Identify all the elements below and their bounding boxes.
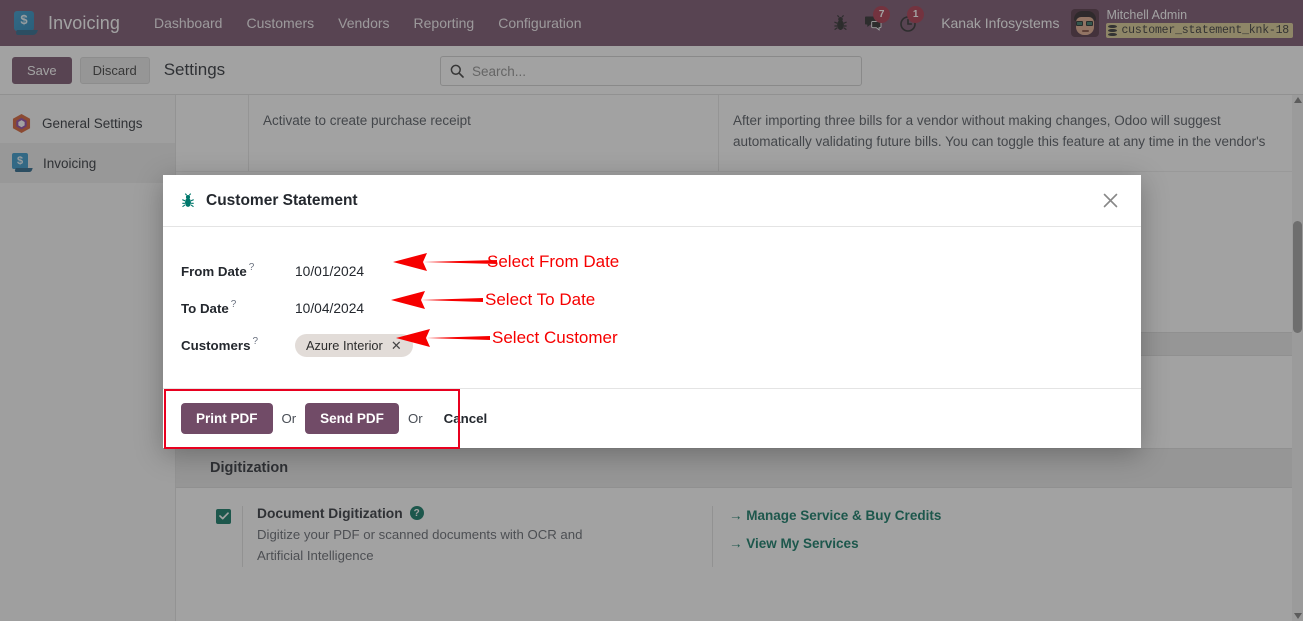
to-date-help-icon[interactable]: ? <box>231 299 237 310</box>
annotation-label-from-date: Select From Date <box>487 252 620 271</box>
customer-tag[interactable]: Azure Interior ✕ <box>295 334 413 357</box>
close-icon[interactable]: ✕ <box>391 339 402 352</box>
dialog-body: From Date ? 10/01/2024 To Date ? 10/04/2… <box>163 227 1141 388</box>
close-icon[interactable] <box>1095 186 1125 216</box>
from-date-help-icon[interactable]: ? <box>249 262 255 273</box>
customer-statement-dialog: Customer Statement From Date ? 10/01/202… <box>163 175 1141 448</box>
annotation-label-to-date: Select To Date <box>485 290 596 309</box>
customers-help-icon[interactable]: ? <box>252 336 258 347</box>
customer-tag-label: Azure Interior <box>306 338 383 353</box>
print-pdf-button[interactable]: Print PDF <box>181 403 273 434</box>
app-root: Invoicing Dashboard Customers Vendors Re… <box>0 0 1303 621</box>
or-text-2: Or <box>407 411 423 426</box>
from-date-label-wrap: From Date ? <box>181 262 281 279</box>
from-date-input[interactable]: 10/01/2024 <box>281 264 391 279</box>
dialog-title: Customer Statement <box>206 191 358 209</box>
from-date-label: From Date <box>181 264 247 279</box>
to-date-row: To Date ? 10/04/2024 <box>181 290 1123 327</box>
to-date-label: To Date <box>181 301 229 316</box>
cancel-button[interactable]: Cancel <box>436 405 496 432</box>
dialog-header: Customer Statement <box>163 175 1141 227</box>
to-date-input[interactable]: 10/04/2024 <box>281 301 391 316</box>
send-pdf-button[interactable]: Send PDF <box>305 403 399 434</box>
customers-label: Customers <box>181 338 251 353</box>
from-date-row: From Date ? 10/01/2024 <box>181 253 1123 290</box>
dialog-footer: Print PDF Or Send PDF Or Cancel <box>163 388 1141 448</box>
to-date-label-wrap: To Date ? <box>181 299 281 316</box>
annotation-label-customer: Select Customer <box>492 328 618 347</box>
bug-icon <box>181 192 195 209</box>
or-text-1: Or <box>281 411 297 426</box>
customers-label-wrap: Customers ? <box>181 336 281 353</box>
customers-row: Customers ? Azure Interior ✕ <box>181 327 1123 364</box>
